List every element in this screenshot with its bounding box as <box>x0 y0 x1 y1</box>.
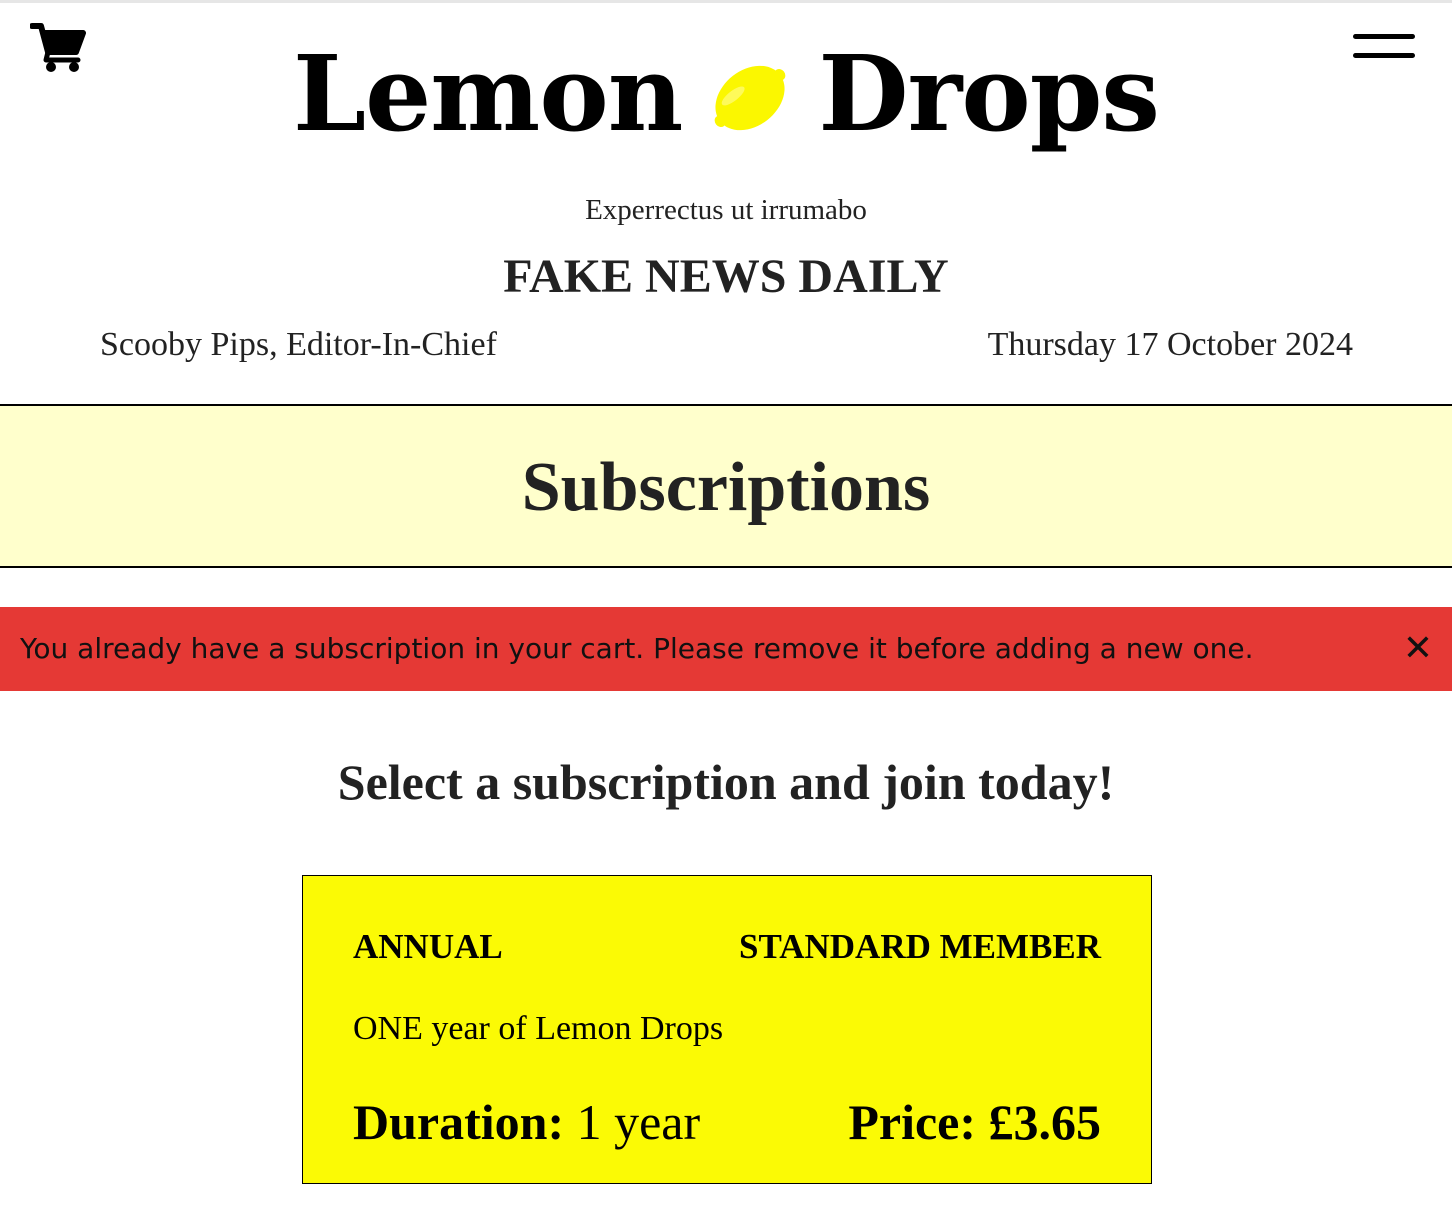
price-value: £3.65 <box>988 1094 1102 1150</box>
paper-name: FAKE NEWS DAILY <box>503 250 949 303</box>
section-heading: Select a subscription and join today! <box>337 754 1115 810</box>
page-title: Subscriptions <box>521 449 931 526</box>
subscription-description: ONE year of Lemon Drops <box>353 1010 724 1047</box>
lemon-icon <box>714 65 786 131</box>
brand-name-right: Drops <box>818 32 1160 155</box>
brand-name-left: Lemon <box>293 32 683 155</box>
page-title-banner: Subscriptions <box>0 404 1452 568</box>
editor-credit: Scooby Pips, Editor-In-Chief <box>100 326 497 363</box>
duration-label: Duration: <box>353 1094 565 1150</box>
subscription-term: ANNUAL <box>353 927 503 966</box>
current-date: Thursday 17 October 2024 <box>987 326 1353 363</box>
error-alert: You already have a subscription in your … <box>0 607 1452 691</box>
subscription-tier: STANDARD MEMBER <box>739 927 1101 966</box>
site-logo[interactable]: Lemon Drops <box>0 34 1452 154</box>
close-icon[interactable]: ✕ <box>1400 631 1436 667</box>
subscription-card[interactable]: ANNUAL STANDARD MEMBER ONE year of Lemon… <box>302 875 1152 1184</box>
top-border <box>0 0 1452 3</box>
tagline: Experrectus ut irrumabo <box>585 194 867 226</box>
subscription-duration: Duration: 1 year <box>353 1091 700 1153</box>
subscription-price: Price: £3.65 <box>848 1091 1101 1153</box>
price-label: Price: <box>848 1094 976 1150</box>
duration-value: 1 year <box>576 1094 701 1150</box>
alert-message: You already have a subscription in your … <box>20 632 1254 665</box>
